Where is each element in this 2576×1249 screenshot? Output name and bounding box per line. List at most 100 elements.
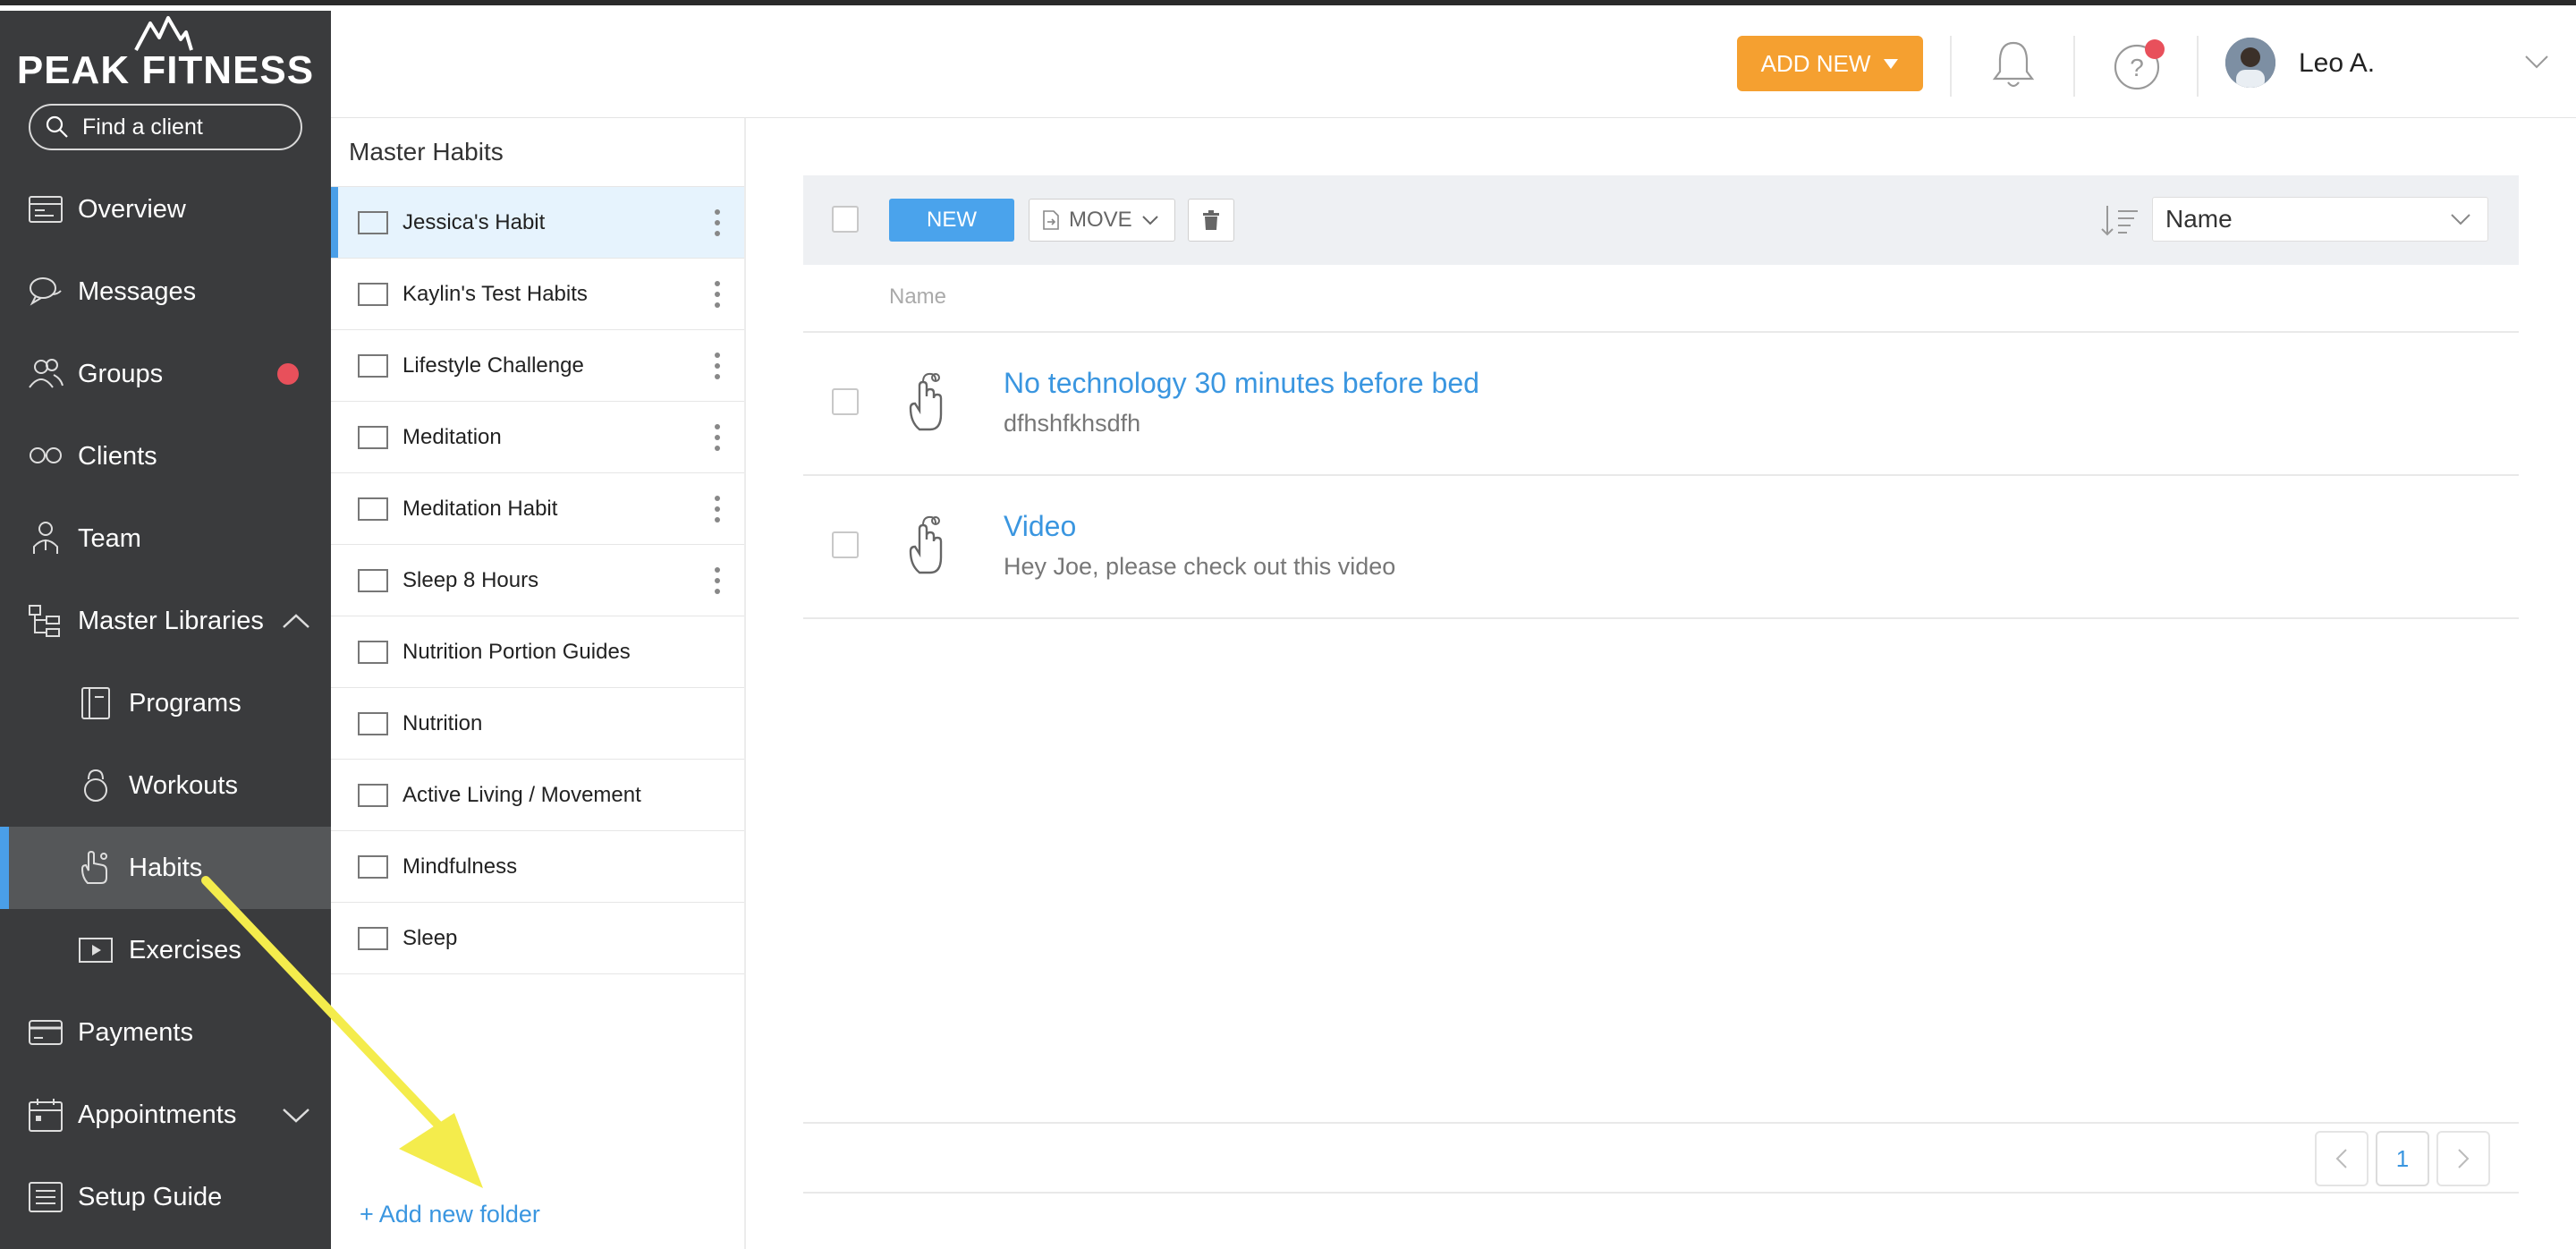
kettlebell-icon <box>84 769 107 802</box>
divider <box>803 1122 2519 1124</box>
kebab-menu-icon[interactable] <box>714 495 721 523</box>
chevron-up-icon[interactable] <box>281 612 311 630</box>
user-menu-chevron-down-icon[interactable] <box>2524 54 2549 70</box>
brand-logo[interactable]: PEAK FITNESS <box>0 11 331 100</box>
svg-text:?: ? <box>2130 54 2144 81</box>
row-checkbox[interactable] <box>832 388 859 415</box>
programs-icon <box>81 687 110 719</box>
sort-select-value: Name <box>2165 205 2233 233</box>
list-toolbar: NEW MOVE Name <box>803 175 2519 265</box>
folder-name: Sleep 8 Hours <box>402 567 539 592</box>
folder-item[interactable]: Active Living / Movement <box>331 759 744 830</box>
folder-icon <box>358 353 388 378</box>
sidebar-item-team[interactable]: Team <box>0 497 331 580</box>
kebab-menu-icon[interactable] <box>714 208 721 237</box>
add-new-button[interactable]: ADD NEW <box>1737 36 1923 91</box>
sidebar-item-appointments[interactable]: Appointments <box>0 1074 331 1156</box>
sidebar-item-payments[interactable]: Payments <box>0 991 331 1074</box>
habits-hand-icon <box>80 850 107 884</box>
divider <box>803 331 2519 333</box>
sidebar: PEAK FITNESS Find a client Overview Mess… <box>0 11 331 1249</box>
folder-item[interactable]: Meditation Habit <box>331 472 744 544</box>
payments-card-icon <box>29 1020 63 1045</box>
folder-name: Sleep <box>402 925 458 950</box>
habit-title-link[interactable]: No technology 30 minutes before bed <box>1004 367 1479 400</box>
sidebar-item-programs[interactable]: Programs <box>0 662 331 744</box>
folder-item[interactable]: Lifestyle Challenge <box>331 329 744 401</box>
folder-name: Jessica's Habit <box>402 209 546 234</box>
folder-item[interactable]: Kaylin's Test Habits <box>331 258 744 329</box>
chevron-down-icon <box>1141 216 1158 225</box>
folder-icon <box>358 854 388 879</box>
folder-name: Nutrition Portion Guides <box>402 639 631 664</box>
sidebar-item-label: Programs <box>129 688 242 718</box>
move-label: MOVE <box>1069 208 1132 232</box>
user-name[interactable]: Leo A. <box>2299 48 2375 79</box>
sidebar-item-label: Clients <box>78 441 157 471</box>
setup-guide-icon <box>29 1182 63 1212</box>
messages-icon <box>30 277 62 306</box>
sidebar-item-label: Messages <box>78 276 197 306</box>
sidebar-item-overview[interactable]: Overview <box>0 168 331 251</box>
folder-name: Kaylin's Test Habits <box>402 281 588 306</box>
groups-notification-badge <box>277 363 299 385</box>
folder-item[interactable]: Mindfulness <box>331 830 744 902</box>
sidebar-item-label: Payments <box>78 1017 193 1047</box>
folder-item[interactable]: Sleep <box>331 902 744 973</box>
sort-descending-icon[interactable] <box>2100 202 2140 238</box>
folder-icon <box>358 210 388 234</box>
video-play-icon <box>79 938 113 963</box>
chevron-down-icon[interactable] <box>281 1106 311 1124</box>
row-checkbox[interactable] <box>832 531 859 558</box>
kebab-menu-icon[interactable] <box>714 566 721 595</box>
pagination-page-button[interactable]: 1 <box>2376 1131 2429 1186</box>
groups-icon <box>29 359 64 388</box>
divider <box>1950 36 1952 97</box>
trash-icon <box>1203 210 1219 230</box>
habit-title-link[interactable]: Video <box>1004 510 1076 543</box>
divider <box>2073 36 2075 97</box>
pagination-prev-button[interactable] <box>2315 1131 2368 1186</box>
sidebar-item-master-libraries[interactable]: Master Libraries <box>0 580 331 662</box>
find-client-search[interactable]: Find a client <box>29 104 302 150</box>
sort-select[interactable]: Name <box>2152 197 2488 242</box>
notifications-bell-icon[interactable] <box>1987 38 2039 93</box>
sidebar-item-groups[interactable]: Groups <box>0 333 331 415</box>
sidebar-item-clients[interactable]: Clients <box>0 415 331 497</box>
divider <box>803 1192 2519 1194</box>
folder-item[interactable]: Meditation <box>331 401 744 472</box>
new-button[interactable]: NEW <box>889 199 1014 242</box>
user-avatar[interactable] <box>2225 38 2275 88</box>
select-all-checkbox[interactable] <box>832 206 859 233</box>
folder-item[interactable]: Jessica's Habit <box>331 186 744 259</box>
sidebar-item-setup-guide[interactable]: Setup Guide <box>0 1156 331 1238</box>
clients-icon <box>30 447 62 463</box>
sidebar-item-label: Groups <box>78 359 164 388</box>
kebab-menu-icon[interactable] <box>714 280 721 309</box>
add-new-folder-link[interactable]: + Add new folder <box>360 1201 540 1228</box>
folder-name: Meditation Habit <box>402 496 558 521</box>
delete-button[interactable] <box>1188 199 1234 242</box>
folders-panel: Master Habits Jessica's Habit Kaylin's T… <box>331 118 746 1249</box>
master-libraries-icon <box>29 605 60 637</box>
column-header-name[interactable]: Name <box>889 285 946 310</box>
folder-item[interactable]: Nutrition <box>331 687 744 759</box>
pagination-next-button[interactable] <box>2436 1131 2490 1186</box>
folder-item[interactable]: Sleep 8 Hours <box>331 544 744 616</box>
caret-down-icon <box>1884 59 1899 69</box>
add-new-label: ADD NEW <box>1760 49 1871 77</box>
move-button[interactable]: MOVE <box>1029 199 1175 242</box>
sidebar-item-label: Exercises <box>129 935 242 964</box>
folder-name: Lifestyle Challenge <box>402 353 584 378</box>
kebab-menu-icon[interactable] <box>714 352 721 380</box>
kebab-menu-icon[interactable] <box>714 423 721 452</box>
sidebar-item-messages[interactable]: Messages <box>0 251 331 333</box>
sidebar-item-workouts[interactable]: Workouts <box>0 744 331 827</box>
divider <box>2197 36 2199 97</box>
folder-item[interactable]: Nutrition Portion Guides <box>331 616 744 687</box>
sidebar-item-habits[interactable]: Habits <box>0 827 331 909</box>
folder-icon <box>358 711 388 735</box>
sidebar-item-exercises[interactable]: Exercises <box>0 909 331 991</box>
folders-title: Master Habits <box>349 138 504 166</box>
search-icon <box>46 115 68 138</box>
